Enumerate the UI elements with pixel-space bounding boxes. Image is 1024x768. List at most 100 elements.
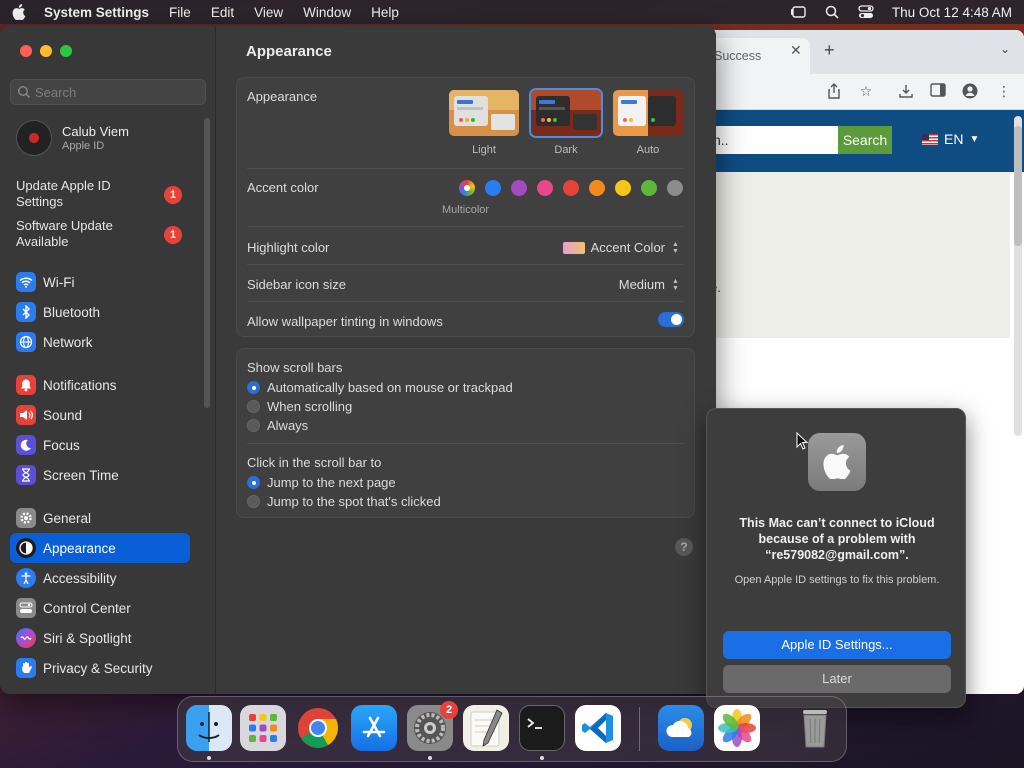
dock-chrome-icon[interactable] [295,705,341,751]
help-button[interactable]: ? [675,538,693,556]
notification-badge: 1 [164,226,182,244]
site-search-button[interactable]: Search [838,126,892,154]
sidebar-item-label: Network [43,334,93,350]
software-update-notice[interactable]: Software Update Available 1 [16,218,196,250]
radio-button[interactable] [247,495,260,508]
apple-id-account[interactable]: Calub Viem Apple ID [16,120,129,156]
sidebar-item-general[interactable]: General [10,503,190,533]
sidebar-item-focus[interactable]: Focus [10,430,190,460]
dock-launchpad-icon[interactable] [240,705,286,751]
dock-finder-icon[interactable] [186,705,232,751]
sidebar-item-network[interactable]: Network [10,327,190,357]
side-panel-icon[interactable] [930,83,946,99]
radio-button[interactable] [247,400,260,413]
dock-textedit-icon[interactable] [463,705,509,751]
dock-terminal-icon[interactable] [519,705,565,751]
site-search-input[interactable]: ch.. [700,126,838,154]
appearance-option-auto[interactable] [611,88,685,138]
sidebar-item-accessibility[interactable]: Accessibility [10,563,190,593]
sidebar-item-screen-time[interactable]: Screen Time [10,460,190,490]
update-apple-id-notice[interactable]: Update Apple ID Settings 1 [16,178,196,210]
sidebar-item-label: Control Center [43,600,131,616]
menubar-clock[interactable]: Thu Oct 12 4:48 AM [892,5,1012,20]
dock-trash-icon[interactable] [792,705,838,751]
browser-menu-icon[interactable]: ⋮ [996,83,1012,99]
alert-message: Open Apple ID settings to fix this probl… [734,574,940,586]
accent-swatch-green[interactable] [641,180,657,196]
zoom-window-button[interactable] [60,45,72,57]
menu-app-name[interactable]: System Settings [44,5,149,20]
icloud-alert-dialog: This Mac can’t connect to iCloud because… [706,408,966,708]
sidebar-search-input[interactable]: Search [10,79,206,105]
browser-scrollbar[interactable] [1014,116,1022,436]
browser-tab-title: Success [714,49,762,63]
sidebar-scrollbar[interactable] [204,118,210,408]
dock-weather-icon[interactable] [658,705,704,751]
notification-badge: 1 [164,186,182,204]
sidebar-item-appearance[interactable]: Appearance [10,533,190,563]
notification-badge: 2 [440,701,458,719]
appearance-label: Appearance [247,89,318,104]
menu-window[interactable]: Window [303,5,351,20]
menu-view[interactable]: View [254,5,283,20]
running-indicator [207,756,211,760]
sidebar-item-bluetooth[interactable]: Bluetooth [10,297,190,327]
sidebar-item-sound[interactable]: Sound [10,400,190,430]
dock-photos-icon[interactable] [714,705,760,751]
language-selector[interactable]: EN ▼ [922,131,979,147]
new-tab-icon[interactable]: + [824,40,835,61]
accent-swatch-red[interactable] [563,180,579,196]
menu-file[interactable]: File [169,5,191,20]
share-icon[interactable] [826,83,842,99]
radio-button-selected[interactable] [247,381,260,394]
sidebar-icon-size-label: Sidebar icon size [247,277,346,292]
radio-scroll-auto[interactable]: Automatically based on mouse or trackpad [247,380,513,395]
dock-vscode-icon[interactable] [575,705,621,751]
accent-swatch-yellow[interactable] [615,180,631,196]
radio-button[interactable] [247,419,260,432]
radio-click-next-page[interactable]: Jump to the next page [247,475,396,490]
sidebar-item-wifi[interactable]: Wi-Fi [10,267,190,297]
sidebar-item-privacy-security[interactable]: Privacy & Security [10,653,190,683]
menu-help[interactable]: Help [371,5,399,20]
close-window-button[interactable] [20,45,32,57]
dock-app-store-icon[interactable] [351,705,397,751]
sidebar-item-label: General [43,510,92,526]
scrollbar-thumb[interactable] [1014,126,1022,246]
bookmark-star-icon[interactable]: ☆ [858,83,874,99]
appearance-option-dark[interactable] [529,88,603,138]
tab-search-chevron-icon[interactable]: ⌄ [1000,42,1010,56]
stepper-arrows-icon: ▲ ▼ [672,277,679,292]
sidebar-icon-size-popup[interactable]: Medium ▲ ▼ [619,277,680,292]
highlight-color-popup[interactable]: Accent Color ▲ ▼ [562,240,680,255]
radio-button-selected[interactable] [247,476,260,489]
wallpaper-tinting-toggle[interactable] [658,312,684,327]
radio-scroll-always[interactable]: Always [247,418,308,433]
sidebar-item-notifications[interactable]: Notifications [10,370,190,400]
profile-icon[interactable] [962,83,978,99]
appearance-option-light[interactable] [447,88,521,138]
accent-swatch-blue[interactable] [485,180,501,196]
control-center-icon[interactable] [858,5,874,19]
spotlight-search-icon[interactable] [824,5,840,19]
stage-manager-icon[interactable] [790,5,806,19]
later-button[interactable]: Later [723,665,951,693]
divider [247,264,684,265]
apple-menu-icon[interactable] [12,4,26,20]
apple-id-settings-button[interactable]: Apple ID Settings... [723,631,951,659]
menu-edit[interactable]: Edit [211,5,234,20]
radio-click-spot[interactable]: Jump to the spot that's clicked [247,494,441,509]
radio-scroll-when-scrolling[interactable]: When scrolling [247,399,352,414]
close-tab-icon[interactable]: ✕ [790,42,802,59]
browser-toolbar: ☆ ⋮ [700,74,1024,110]
download-icon[interactable] [898,83,914,99]
window-controls [20,45,72,57]
accent-swatch-pink[interactable] [537,180,553,196]
accent-swatch-purple[interactable] [511,180,527,196]
sidebar-item-siri-spotlight[interactable]: Siri & Spotlight [10,623,190,653]
accent-swatch-orange[interactable] [589,180,605,196]
sidebar-item-control-center[interactable]: Control Center [10,593,190,623]
minimize-window-button[interactable] [40,45,52,57]
accent-swatch-graphite[interactable] [667,180,683,196]
accent-swatch-multicolor[interactable] [459,180,475,196]
